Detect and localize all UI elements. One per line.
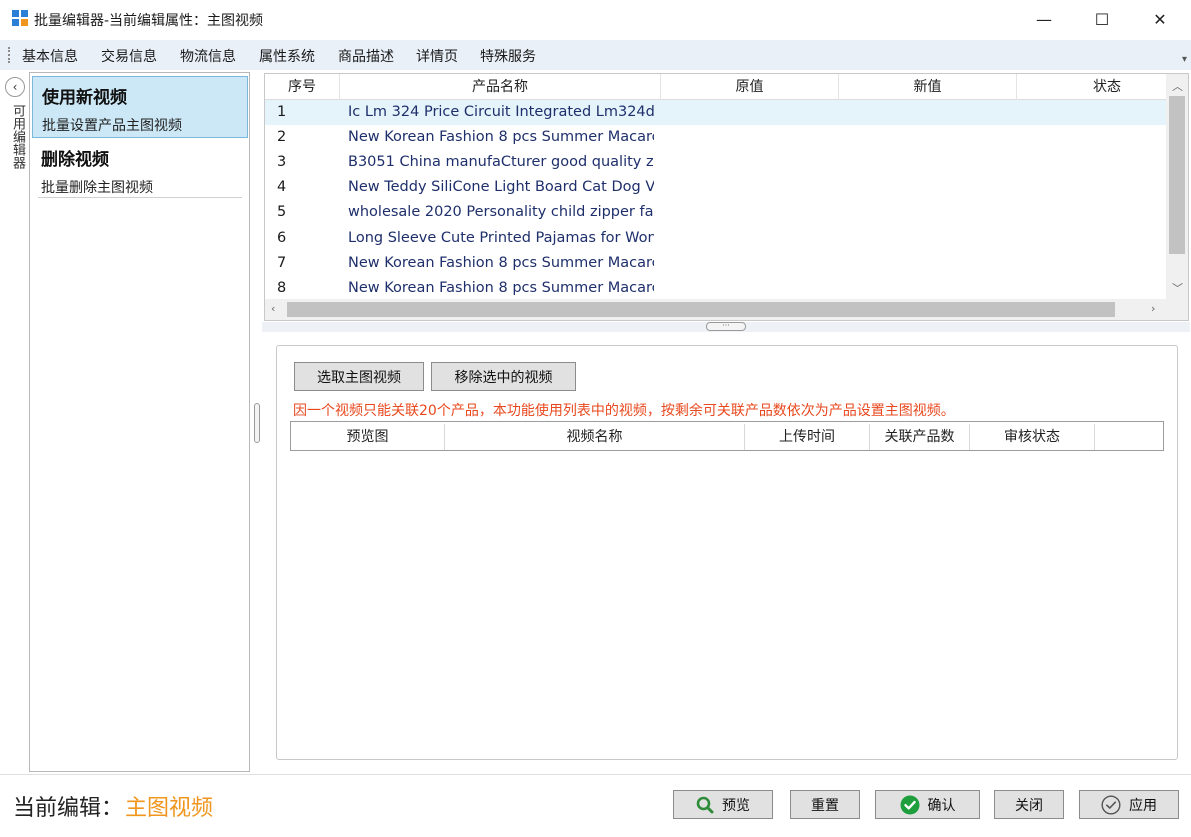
minimize-icon: —	[1036, 9, 1052, 29]
row-product-name: New Korean Fashion 8 pcs Summer Macarc	[348, 255, 654, 271]
search-icon	[696, 796, 714, 813]
option-title: 删除视频	[41, 150, 109, 170]
available-editors-label: 可用编辑器	[10, 104, 25, 169]
column-header-linked-count[interactable]: 关联产品数	[870, 424, 970, 450]
row-index: 2	[277, 129, 287, 145]
table-row[interactable]: 6 Long Sleeve Cute Printed Pajamas for Wo…	[265, 226, 1168, 251]
column-header-index[interactable]: 序号	[265, 74, 340, 100]
table-row[interactable]: 8 New Korean Fashion 8 pcs Summer Macarc	[265, 276, 1168, 301]
table-row[interactable]: 2 New Korean Fashion 8 pcs Summer Macarc	[265, 125, 1168, 150]
video-limit-warning: 因一个视频只能关联20个产品，本功能使用列表中的视频，按剩余可关联产品数依次为产…	[293, 403, 955, 419]
preview-label: 预览	[722, 797, 750, 814]
check-outline-icon	[1101, 794, 1121, 815]
scroll-right-icon[interactable]: ›	[1151, 302, 1155, 315]
product-grid-header: 序号 产品名称 原值 新值 状态	[265, 74, 1168, 100]
column-header-status[interactable]: 状态	[1017, 74, 1188, 100]
option-description: 批量设置产品主图视频	[42, 118, 182, 134]
option-title: 使用新视频	[42, 88, 127, 108]
close-icon: ✕	[1153, 9, 1167, 29]
scroll-down-icon[interactable]: ﹀	[1172, 280, 1183, 296]
row-index: 3	[277, 154, 287, 170]
apply-button[interactable]: 应用	[1079, 790, 1179, 819]
tab-detail-page[interactable]: 详情页	[416, 46, 458, 66]
scroll-up-icon[interactable]: ︿	[1172, 78, 1183, 94]
row-index: 8	[277, 280, 287, 296]
apply-label: 应用	[1129, 797, 1157, 814]
chevron-left-icon: ‹	[12, 80, 18, 94]
grid-horizontal-scrollbar[interactable]: ‹ ›	[265, 299, 1167, 320]
horizontal-splitter-handle[interactable]: ···	[706, 322, 746, 331]
close-button[interactable]: 关闭	[994, 790, 1064, 819]
maximize-button[interactable]: ☐	[1073, 0, 1131, 38]
table-row[interactable]: 5 wholesale 2020 Personality child zipper…	[265, 200, 1168, 225]
remove-selected-video-button[interactable]: 移除选中的视频	[431, 362, 576, 391]
row-product-name: wholesale 2020 Personality child zipper …	[348, 204, 654, 220]
window-title: 批量编辑器-当前编辑属性：主图视频	[34, 13, 264, 29]
editor-options-panel: 使用新视频 批量设置产品主图视频 删除视频 批量删除主图视频	[29, 72, 250, 772]
table-row[interactable]: 4 New Teddy SiliCone Light Board Cat Dog …	[265, 175, 1168, 200]
option-divider	[38, 197, 242, 198]
tab-special-service[interactable]: 特殊服务	[480, 46, 536, 66]
row-product-name: New Korean Fashion 8 pcs Summer Macarc	[348, 129, 654, 145]
toolbar-grip-icon[interactable]	[8, 47, 10, 63]
column-header-new-value[interactable]: 新值	[839, 74, 1017, 100]
table-row[interactable]: 1 Ic Lm 324 Price Circuit Integrated Lm32…	[265, 100, 1168, 125]
row-product-name: New Korean Fashion 8 pcs Summer Macarc	[348, 280, 654, 296]
minimize-button[interactable]: —	[1015, 0, 1073, 38]
check-circle-icon	[900, 795, 919, 814]
row-product-name: Long Sleeve Cute Printed Pajamas for Won	[348, 230, 654, 246]
column-header-upload-time[interactable]: 上传时间	[745, 424, 870, 450]
close-window-button[interactable]: ✕	[1131, 0, 1189, 38]
overflow-chevron-icon[interactable]: ▾	[1182, 54, 1187, 65]
option-delete-video[interactable]: 删除视频 批量删除主图视频	[32, 139, 248, 197]
row-product-name: Ic Lm 324 Price Circuit Integrated Lm324…	[348, 104, 654, 120]
product-grid: 序号 产品名称 原值 新值 状态 1 Ic Lm 324 Price Circui…	[264, 73, 1189, 321]
row-index: 4	[277, 179, 287, 195]
column-header-name[interactable]: 产品名称	[340, 74, 661, 100]
option-use-new-video[interactable]: 使用新视频 批量设置产品主图视频	[32, 76, 248, 138]
row-index: 7	[277, 255, 287, 271]
scrollbar-corner	[1166, 299, 1188, 320]
tab-basic-info[interactable]: 基本信息	[22, 46, 78, 66]
row-product-name: New Teddy SiliCone Light Board Cat Dog V	[348, 179, 654, 195]
option-description: 批量删除主图视频	[41, 180, 153, 196]
horizontal-scroll-thumb[interactable]	[287, 302, 1115, 317]
category-tab-bar: 基本信息 交易信息 物流信息 属性系统 商品描述 详情页 特殊服务 ▾	[0, 40, 1191, 70]
row-index: 1	[277, 104, 287, 120]
tab-trade-info[interactable]: 交易信息	[101, 46, 157, 66]
title-bar: 批量编辑器-当前编辑属性：主图视频 — ☐ ✕	[0, 0, 1191, 38]
table-row[interactable]: 3 B3051 China manufaCturer good quality z	[265, 150, 1168, 175]
collapse-panel-button[interactable]: ‹	[5, 77, 25, 97]
row-product-name: B3051 China manufaCturer good quality z	[348, 154, 654, 170]
maximize-icon: ☐	[1094, 9, 1110, 29]
preview-button[interactable]: 预览	[673, 790, 773, 819]
tab-logistics-info[interactable]: 物流信息	[180, 46, 236, 66]
video-grid: 预览图 视频名称 上传时间 关联产品数 审核状态	[290, 421, 1164, 451]
column-header-review-status[interactable]: 审核状态	[970, 424, 1095, 450]
confirm-label: 确认	[927, 797, 956, 814]
app-logo-icon	[12, 10, 28, 26]
scroll-left-icon[interactable]: ‹	[271, 302, 275, 315]
column-header-video-name[interactable]: 视频名称	[445, 424, 745, 450]
tab-description[interactable]: 商品描述	[338, 46, 394, 66]
column-header-preview[interactable]: 预览图	[291, 424, 445, 450]
row-index: 5	[277, 204, 287, 220]
row-index: 6	[277, 230, 287, 246]
grid-vertical-scrollbar[interactable]: ︿ ﹀	[1166, 74, 1188, 300]
select-main-video-button[interactable]: 选取主图视频	[294, 362, 424, 391]
vertical-splitter-handle[interactable]	[254, 403, 260, 443]
confirm-button[interactable]: 确认	[875, 790, 980, 819]
current-edit-value: 主图视频	[125, 796, 214, 821]
tab-attributes[interactable]: 属性系统	[259, 46, 315, 66]
reset-button[interactable]: 重置	[790, 790, 860, 819]
vertical-scroll-thumb[interactable]	[1169, 96, 1185, 254]
column-header-old-value[interactable]: 原值	[661, 74, 839, 100]
current-edit-label: 当前编辑：	[13, 796, 124, 821]
table-row[interactable]: 7 New Korean Fashion 8 pcs Summer Macarc	[265, 251, 1168, 276]
